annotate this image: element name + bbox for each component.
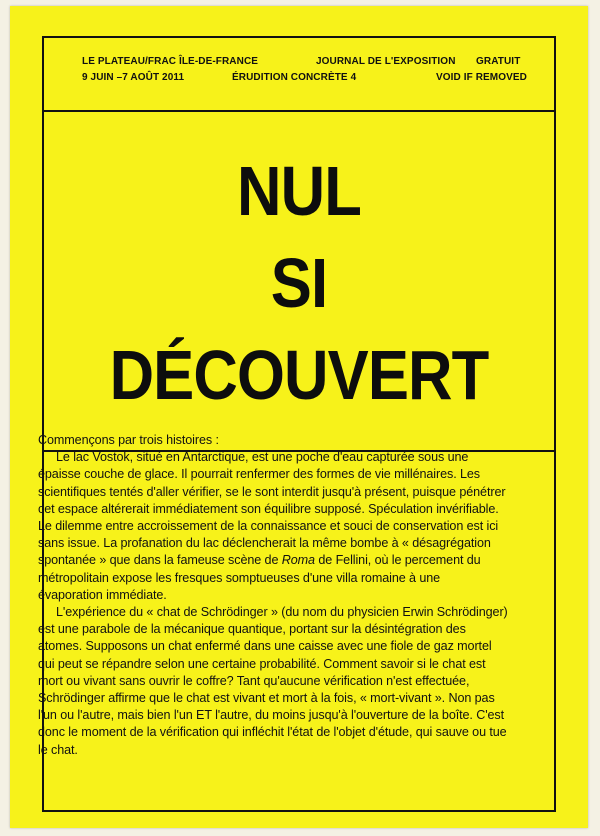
title-block: NUL SI DÉCOUVERT (44, 112, 554, 452)
title-line-2: SI (270, 244, 328, 322)
publication-label: JOURNAL DE L'EXPOSITION (316, 56, 456, 67)
paragraph-vostok-text: Le lac Vostok, situé en Antarctique, est… (38, 450, 506, 568)
dates-label: 9 JUIN –7 AOÛT 2011 (82, 72, 185, 83)
film-title: Roma (281, 553, 315, 568)
title-line-1: NUL (237, 152, 362, 230)
article-text: Commençons par trois histoires : Le lac … (38, 432, 508, 759)
journal-cover: LE PLATEAU/FRAC ÎLE-DE-FRANCE 9 JUIN –7 … (10, 6, 588, 828)
exhibition-label: ÉRUDITION CONCRÈTE 4 (232, 72, 357, 83)
paragraph-vostok: Le lac Vostok, situé en Antarctique, est… (38, 449, 508, 604)
paragraph-schrodinger: L'expérience du « chat de Schrödinger » … (38, 605, 508, 757)
masthead: LE PLATEAU/FRAC ÎLE-DE-FRANCE 9 JUIN –7 … (44, 38, 554, 112)
void-label: VOID IF REMOVED (436, 72, 527, 83)
price-label: GRATUIT (476, 56, 521, 67)
intro-paragraph: Commençons par trois histoires : (38, 433, 219, 447)
venue-label: LE PLATEAU/FRAC ÎLE-DE-FRANCE (82, 56, 259, 67)
title-line-3: DÉCOUVERT (109, 336, 490, 414)
